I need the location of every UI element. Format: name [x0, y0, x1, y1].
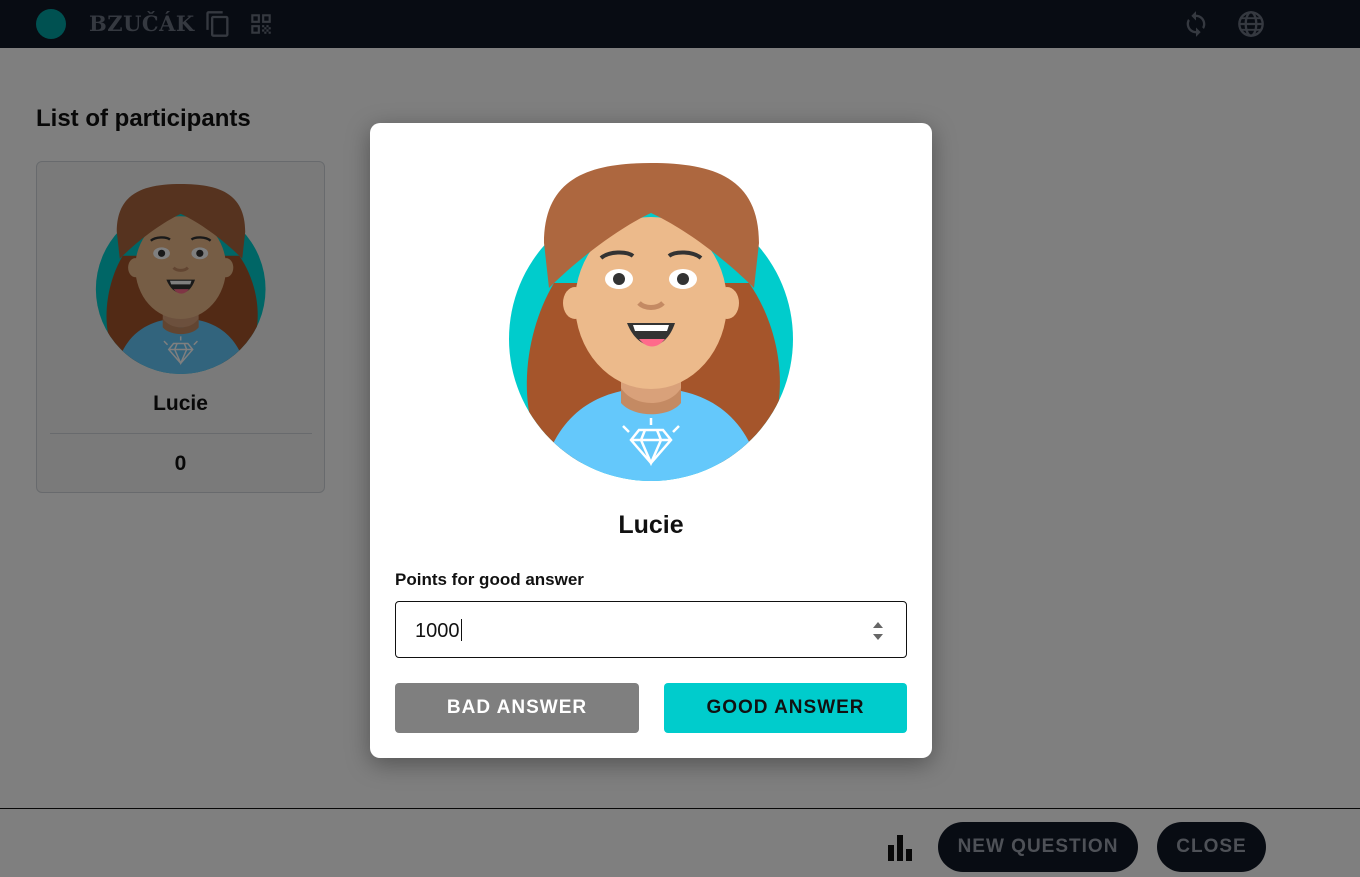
bad-answer-button[interactable]: BAD ANSWER: [395, 683, 639, 733]
dialog-participant-name: Lucie: [618, 511, 684, 539]
participant-avatar: [509, 163, 794, 481]
points-input[interactable]: 1000: [395, 601, 907, 658]
answer-dialog: Lucie Points for good answer 1000 BAD AN…: [370, 123, 932, 758]
points-input-value: 1000: [415, 619, 462, 642]
number-spinner[interactable]: [872, 619, 884, 643]
points-label: Points for good answer: [395, 570, 584, 589]
good-answer-button[interactable]: GOOD ANSWER: [664, 683, 907, 733]
